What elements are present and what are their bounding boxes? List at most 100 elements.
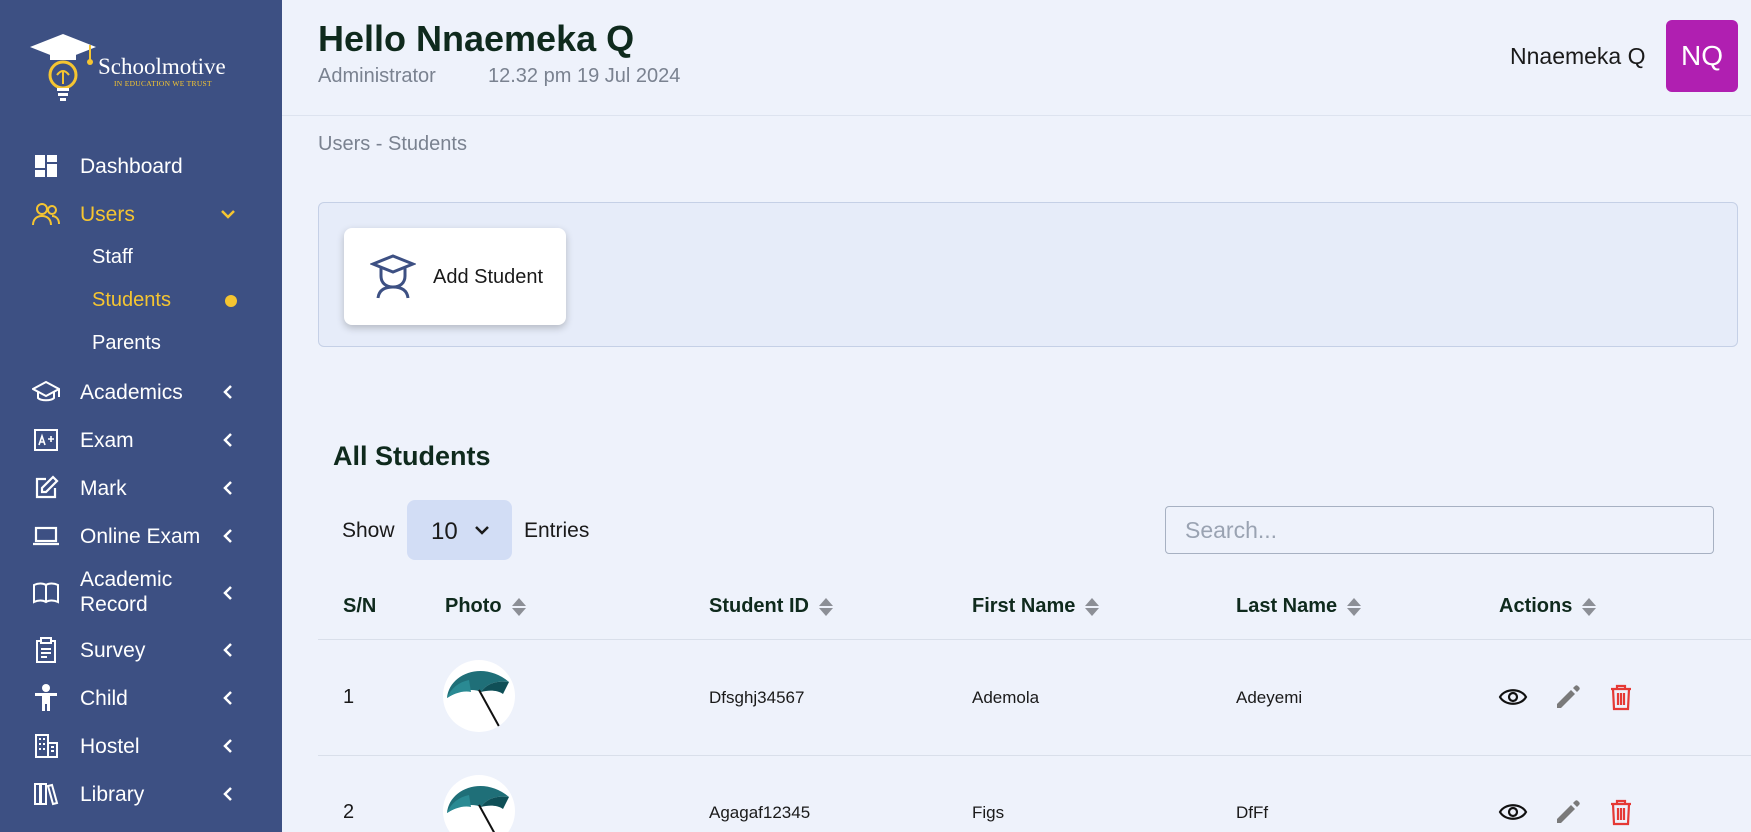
column-header-label: First Name <box>972 595 1076 617</box>
entries-label: Entries <box>524 519 590 542</box>
cell-student-id: Agagaf12345 <box>709 803 811 822</box>
breadcrumb: Users - Students <box>318 133 467 155</box>
users-icon <box>32 200 60 228</box>
graduation-bulb-logo-icon <box>30 34 96 101</box>
chevron-left-icon <box>223 739 232 753</box>
sidebar-item-exam[interactable]: Exam <box>0 425 282 455</box>
sort-icon <box>819 596 833 618</box>
chevron-left-icon <box>223 643 232 657</box>
chevron-left-icon <box>223 787 232 801</box>
sidebar-item-online-exam[interactable]: Online Exam <box>0 521 282 551</box>
delete-icon[interactable] <box>1606 797 1636 827</box>
add-student-button[interactable]: Add Student <box>344 228 566 325</box>
table-divider <box>318 755 1751 756</box>
brand-name: Schoolmotive <box>98 54 226 79</box>
table-divider <box>318 639 1751 640</box>
edit-icon[interactable] <box>1553 682 1583 712</box>
sidebar-item-label: Child <box>80 686 128 710</box>
sidebar-subitem-students[interactable]: Students <box>92 289 171 312</box>
view-icon[interactable] <box>1498 797 1528 827</box>
entries-select[interactable]: 10 <box>407 500 512 560</box>
brand-tagline: IN EDUCATION WE TRUST <box>114 79 212 88</box>
active-indicator-dot <box>225 295 237 307</box>
column-header-photo[interactable]: Photo <box>445 595 526 618</box>
delete-icon[interactable] <box>1606 682 1636 712</box>
sidebar-item-label: Dashboard <box>80 154 183 178</box>
user-name[interactable]: Nnaemeka Q <box>1510 43 1646 70</box>
entries-value: 10 <box>431 518 458 545</box>
view-icon[interactable] <box>1498 682 1528 712</box>
sidebar-item-survey[interactable]: Survey <box>0 635 282 665</box>
laptop-icon <box>32 522 60 550</box>
cell-last-name: DfFf <box>1236 803 1269 822</box>
action-panel: Add Student <box>318 202 1738 347</box>
column-header-label: Photo <box>445 595 502 617</box>
cell-first-name: Figs <box>972 803 1005 822</box>
graduation-cap-icon <box>32 378 60 406</box>
current-timestamp: 12.32 pm 19 Jul 2024 <box>488 65 681 87</box>
sidebar-item-label: Users <box>80 202 135 226</box>
column-header-actions[interactable]: Actions <box>1499 595 1597 618</box>
sort-icon <box>1582 596 1597 618</box>
sidebar-item-academic-record[interactable]: Academic Record <box>0 567 282 619</box>
sidebar-item-library[interactable]: Library <box>0 779 282 809</box>
exam-icon <box>32 426 60 454</box>
column-header-sn[interactable]: S/N <box>343 595 376 618</box>
umbrella-photo-icon <box>447 786 509 832</box>
sort-icon <box>1347 596 1362 618</box>
section-title: All Students <box>333 441 491 471</box>
search-input[interactable] <box>1165 506 1714 554</box>
sidebar-item-users[interactable]: Users <box>0 199 282 229</box>
sidebar-item-academics[interactable]: Academics <box>0 377 282 407</box>
sidebar-item-label: Academic Record <box>80 568 173 616</box>
sidebar-item-label: Library <box>80 782 145 806</box>
chevron-left-icon <box>223 529 232 543</box>
column-header-last-name[interactable]: Last Name <box>1236 595 1362 618</box>
sidebar-item-hostel[interactable]: Hostel <box>0 731 282 761</box>
sidebar-item-label: Exam <box>80 428 134 452</box>
cell-first-name: Ademola <box>972 688 1040 707</box>
sidebar-subitem-staff[interactable]: Staff <box>92 246 133 269</box>
column-header-label: Last Name <box>1236 595 1338 617</box>
sidebar-item-label: Mark <box>80 476 127 500</box>
sidebar-item-label: Academics <box>80 380 183 404</box>
column-header-label: S/N <box>343 595 377 617</box>
sidebar-item-label: Survey <box>80 638 146 662</box>
sidebar-item-label: Hostel <box>80 734 140 758</box>
user-role: Administrator <box>318 65 436 87</box>
child-icon <box>32 684 60 712</box>
student-photo <box>443 775 515 832</box>
edit-icon[interactable] <box>1553 797 1583 827</box>
chevron-left-icon <box>223 433 232 447</box>
cell-last-name: Adeyemi <box>1236 688 1303 707</box>
avatar[interactable]: NQ <box>1666 20 1738 92</box>
brand-logo[interactable]: Schoolmotive IN EDUCATION WE TRUST <box>30 32 250 102</box>
chevron-left-icon <box>223 691 232 705</box>
sidebar-item-label: Online Exam <box>80 524 201 548</box>
sidebar-subitem-parents[interactable]: Parents <box>92 332 161 355</box>
student-icon <box>370 254 416 299</box>
edit-icon <box>32 474 60 502</box>
umbrella-photo-icon <box>447 671 509 732</box>
chevron-left-icon <box>223 385 232 399</box>
building-icon <box>32 732 60 760</box>
top-header: Hello Nnaemeka Q Administrator 12.32 pm … <box>282 0 1751 116</box>
student-photo <box>443 660 515 732</box>
sidebar-item-child[interactable]: Child <box>0 683 282 713</box>
chevron-left-icon <box>223 481 232 495</box>
library-icon <box>32 780 60 808</box>
column-header-label: Actions <box>1499 595 1573 617</box>
add-student-label: Add Student <box>433 266 544 288</box>
column-header-student-id[interactable]: Student ID <box>709 595 833 618</box>
sidebar-item-dashboard[interactable]: Dashboard <box>0 151 282 181</box>
sort-icon <box>1085 596 1100 618</box>
clipboard-icon <box>32 636 60 664</box>
cell-sn: 2 <box>343 801 355 823</box>
sidebar-item-mark[interactable]: Mark <box>0 473 282 503</box>
chevron-down-icon <box>475 526 489 535</box>
cell-sn: 1 <box>343 686 355 708</box>
book-icon <box>32 579 60 607</box>
sort-icon <box>511 596 526 618</box>
sidebar: Schoolmotive IN EDUCATION WE TRUST Dashb… <box>0 0 282 832</box>
column-header-first-name[interactable]: First Name <box>972 595 1100 618</box>
